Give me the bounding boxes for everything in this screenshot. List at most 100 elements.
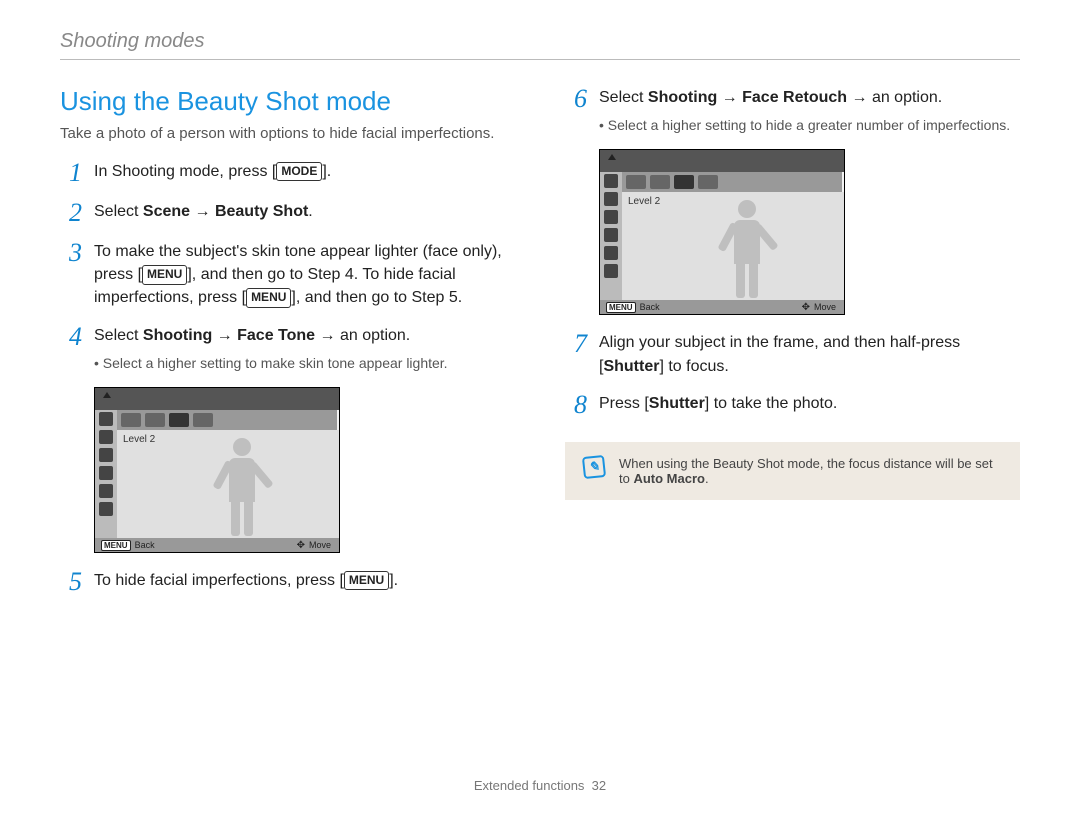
step-body: Select Shooting → Face Retouch → an opti…: [599, 86, 1010, 135]
step-7: 7 Align your subject in the frame, and t…: [565, 331, 1020, 377]
step-body: In Shooting mode, press [MODE].: [94, 160, 331, 186]
left-icon: [604, 246, 618, 260]
menu-chip-icon: MENU: [101, 540, 131, 551]
step-1: 1 In Shooting mode, press [MODE].: [60, 160, 515, 186]
step-number: 3: [60, 240, 82, 310]
step-text: ] to take the photo.: [705, 395, 838, 412]
move-icon: ✥: [802, 302, 810, 313]
footer-section: Extended functions: [474, 778, 585, 793]
option-chip-selected: [169, 413, 189, 427]
step-text: In Shooting mode, press [: [94, 163, 276, 180]
screenshot-left-icons: [95, 410, 117, 538]
option-chip-selected: [674, 175, 694, 189]
step-text: Select: [94, 203, 143, 220]
step-text: ].: [389, 572, 398, 589]
screenshot-option-row: [117, 410, 337, 430]
step-bold: Shutter: [603, 358, 659, 375]
step-2: 2 Select Scene → Beauty Shot.: [60, 200, 515, 226]
screenshot-bottom-bar: MENU Back ✥ Move: [600, 300, 844, 314]
step-text: → an option.: [847, 89, 942, 106]
left-icon: [604, 174, 618, 188]
move-icon: ✥: [297, 540, 305, 551]
left-icon: [99, 412, 113, 426]
menu-chip-icon: MENU: [606, 302, 636, 313]
step-text: To hide facial imperfections, press [: [94, 572, 344, 589]
step-text: ].: [322, 163, 331, 180]
step-bold: Scene → Beauty Shot: [143, 203, 308, 220]
content-columns: Using the Beauty Shot mode Take a photo …: [60, 86, 1020, 609]
step-body: Select Shooting → Face Tone → an option.…: [94, 324, 448, 373]
step-text: → an option.: [315, 327, 410, 344]
left-icon: [604, 264, 618, 278]
screenshot-option-row: [622, 172, 842, 192]
step-body: Press [Shutter] to take the photo.: [599, 392, 837, 418]
option-chip: [121, 413, 141, 427]
screenshot-left-icons: [600, 172, 622, 300]
left-icon: [99, 484, 113, 498]
step-text: Select: [94, 327, 143, 344]
step-4: 4 Select Shooting → Face Tone → an optio…: [60, 324, 515, 373]
back-label: Back: [135, 540, 155, 550]
menu-chip: MENU: [142, 265, 187, 284]
step-body: Select Scene → Beauty Shot.: [94, 200, 313, 226]
step-bold: Shooting → Face Tone: [143, 327, 315, 344]
step-text: ] to focus.: [659, 358, 728, 375]
left-icon: [99, 430, 113, 444]
step-5: 5 To hide facial imperfections, press [M…: [60, 569, 515, 595]
step-text: Select: [599, 89, 648, 106]
step-number: 4: [60, 324, 82, 373]
step-3: 3 To make the subject's skin tone appear…: [60, 240, 515, 310]
step-sub: Select a higher setting to make skin ton…: [94, 353, 448, 373]
left-icon: [604, 192, 618, 206]
step-6: 6 Select Shooting → Face Retouch → an op…: [565, 86, 1020, 135]
note-icon: ✎: [582, 455, 606, 479]
step-text: ], and then go to Step 5.: [291, 289, 462, 306]
menu-chip: MENU: [246, 288, 291, 307]
step-8: 8 Press [Shutter] to take the photo.: [565, 392, 1020, 418]
left-icon: [99, 502, 113, 516]
step-number: 5: [60, 569, 82, 595]
screenshot-main: Level 2: [117, 430, 339, 538]
move-label: Move: [814, 302, 836, 312]
back-label: Back: [640, 302, 660, 312]
left-icon: [604, 228, 618, 242]
level-label: Level 2: [123, 434, 155, 445]
left-icon: [604, 210, 618, 224]
step-number: 1: [60, 160, 82, 186]
footer-page: 32: [592, 778, 606, 793]
option-chip: [626, 175, 646, 189]
step-sub: Select a higher setting to hide a greate…: [599, 115, 1010, 135]
screenshot-topbar: [95, 388, 339, 410]
note-text-b: .: [705, 471, 709, 486]
camera-screenshot-face-tone: Level 2 MENU Back ✥ Move: [94, 387, 340, 553]
option-chip: [193, 413, 213, 427]
info-note: ✎ When using the Beauty Shot mode, the f…: [565, 442, 1020, 500]
left-icon: [99, 448, 113, 462]
page-footer: Extended functions 32: [0, 778, 1080, 793]
caret-up-icon: [608, 154, 616, 160]
option-chip: [650, 175, 670, 189]
step-bold: Shutter: [649, 395, 705, 412]
camera-screenshot-face-retouch: Level 2 MENU Back ✥ Move: [599, 149, 845, 315]
right-column: 6 Select Shooting → Face Retouch → an op…: [565, 86, 1020, 609]
screenshot-topbar: [600, 150, 844, 172]
step-text: Press [: [599, 395, 649, 412]
step-text: .: [308, 203, 312, 220]
caret-up-icon: [103, 392, 111, 398]
screenshot-main: Level 2: [622, 192, 844, 300]
step-number: 6: [565, 86, 587, 135]
section-header: Shooting modes: [60, 30, 1020, 60]
step-number: 2: [60, 200, 82, 226]
step-body: To hide facial imperfections, press [MEN…: [94, 569, 398, 595]
mode-chip: MODE: [276, 162, 322, 181]
menu-chip: MENU: [344, 571, 389, 590]
person-silhouette: [207, 438, 277, 538]
move-label: Move: [309, 540, 331, 550]
person-silhouette: [712, 200, 782, 300]
intro-text: Take a photo of a person with options to…: [60, 125, 515, 142]
page-title: Using the Beauty Shot mode: [60, 86, 515, 117]
note-bold: Auto Macro: [633, 471, 705, 486]
left-icon: [99, 466, 113, 480]
level-label: Level 2: [628, 196, 660, 207]
step-bold: Shooting → Face Retouch: [648, 89, 847, 106]
